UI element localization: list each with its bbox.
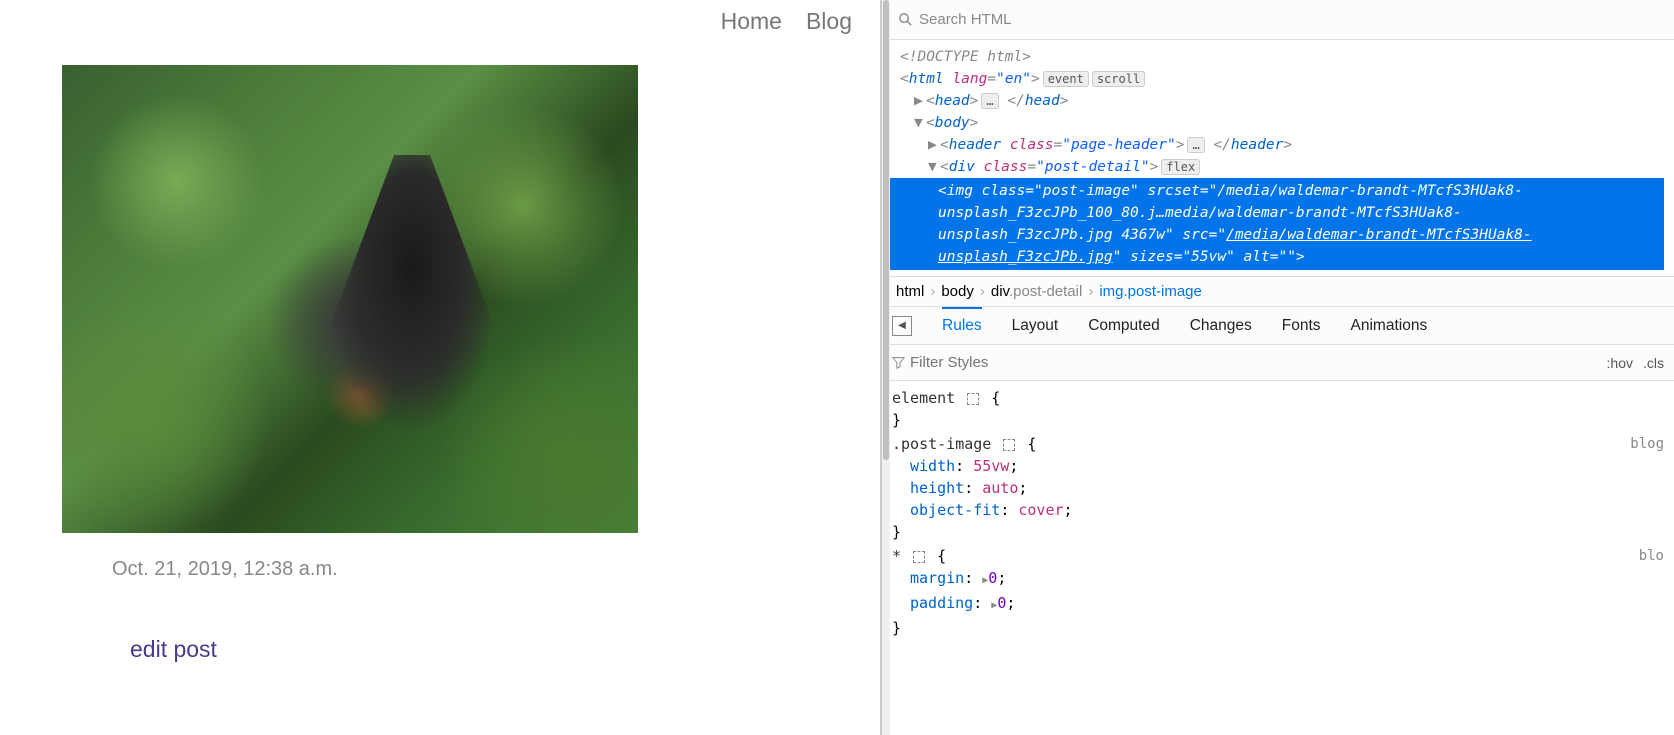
html-node[interactable]: <html lang="en">eventscroll <box>900 68 1664 90</box>
tab-changes[interactable]: Changes <box>1190 309 1252 343</box>
funnel-icon <box>892 356 905 369</box>
filter-styles-input[interactable] <box>910 354 1597 371</box>
head-node[interactable]: ▶<head>… </head> <box>900 90 1664 112</box>
crumb-div[interactable]: div.post-detail <box>991 283 1082 300</box>
html-search-bar[interactable]: Search HTML <box>882 0 1674 40</box>
source-link[interactable]: blog <box>1630 433 1664 455</box>
header-node[interactable]: ▶<header class="page-header">… </header> <box>900 134 1664 156</box>
tab-animations[interactable]: Animations <box>1351 309 1428 343</box>
selected-img-node[interactable]: <img class="post-image" srcset="/media/w… <box>882 178 1664 270</box>
rule-element[interactable]: element {} <box>892 387 1664 431</box>
dom-tree[interactable]: <!DOCTYPE html> <html lang="en">eventscr… <box>882 40 1674 276</box>
hov-toggle[interactable]: :hov <box>1607 355 1633 371</box>
post-date: Oct. 21, 2019, 12:38 a.m. <box>112 558 338 581</box>
source-link[interactable]: blo <box>1639 545 1664 567</box>
rendered-page: Home Blog Oct. 21, 2019, 12:38 a.m. edit… <box>0 0 880 735</box>
doctype-node[interactable]: <!DOCTYPE html> <box>900 49 1031 65</box>
crumb-body[interactable]: body <box>941 283 974 300</box>
nav-blog[interactable]: Blog <box>806 8 852 35</box>
page-nav: Home Blog <box>721 8 852 35</box>
post-image[interactable] <box>62 65 638 533</box>
edit-post-link[interactable]: edit post <box>130 636 217 663</box>
crumb-html[interactable]: html <box>896 283 924 300</box>
rule-star[interactable]: blo * { margin: ▶0; padding: ▶0; } <box>892 545 1664 639</box>
tab-layout[interactable]: Layout <box>1012 309 1059 343</box>
nav-home[interactable]: Home <box>721 8 782 35</box>
box-model-icon[interactable] <box>1003 439 1015 451</box>
scroll-badge[interactable]: scroll <box>1092 71 1145 87</box>
search-icon <box>898 12 913 27</box>
crumb-img[interactable]: img.post-image <box>1099 283 1202 300</box>
filter-bar: :hov .cls <box>882 345 1674 381</box>
rule-post-image[interactable]: blog .post-image { width: 55vw; height: … <box>892 433 1664 543</box>
devtools-panel: Search HTML <!DOCTYPE html> <html lang="… <box>880 0 1674 735</box>
html-search-placeholder: Search HTML <box>919 11 1012 28</box>
rules-pane[interactable]: element {} blog .post-image { width: 55v… <box>882 381 1674 735</box>
box-model-icon[interactable] <box>913 551 925 563</box>
div-post-detail-node[interactable]: ▼<div class="post-detail">flex <box>900 156 1664 178</box>
ellipsis-badge[interactable]: … <box>1187 137 1204 153</box>
flex-badge[interactable]: flex <box>1161 159 1200 175</box>
breadcrumb[interactable]: html› body› div.post-detail› img.post-im… <box>882 276 1674 307</box>
cls-toggle[interactable]: .cls <box>1643 355 1664 371</box>
styles-tabs: Rules Layout Computed Changes Fonts Anim… <box>882 307 1674 345</box>
ellipsis-badge[interactable]: … <box>981 93 998 109</box>
box-model-icon[interactable] <box>967 393 979 405</box>
event-badge[interactable]: event <box>1043 71 1089 87</box>
tab-rules[interactable]: Rules <box>942 307 982 343</box>
tab-computed[interactable]: Computed <box>1088 309 1160 343</box>
tab-fonts[interactable]: Fonts <box>1282 309 1321 343</box>
body-node[interactable]: ▼<body> <box>900 112 1664 134</box>
toggle-panes-icon[interactable] <box>892 316 912 336</box>
page-scrollbar[interactable] <box>882 0 890 735</box>
